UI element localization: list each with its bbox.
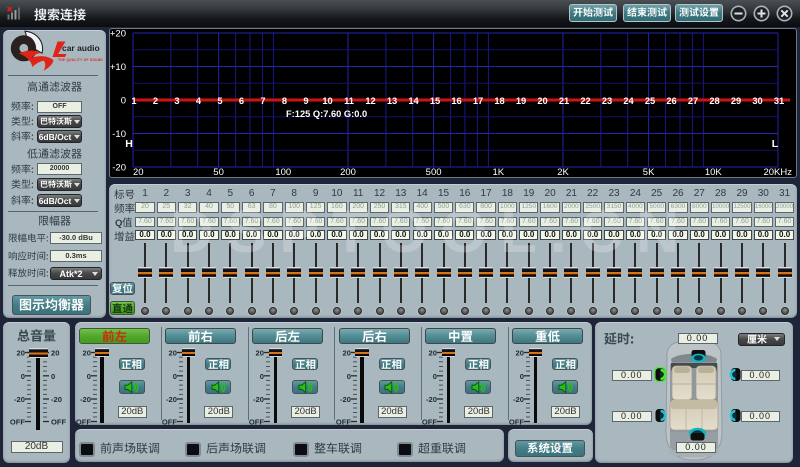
svg-text:7: 7 [260, 96, 265, 106]
svg-text:18: 18 [494, 96, 504, 106]
svg-text:1K: 1K [492, 167, 504, 177]
svg-text:25: 25 [645, 96, 655, 106]
svg-text:-20: -20 [51, 395, 62, 404]
svg-text:21: 21 [559, 96, 569, 106]
svg-text:20: 20 [169, 349, 177, 358]
svg-text:2K: 2K [557, 167, 569, 177]
svg-text:0: 0 [21, 372, 25, 381]
svg-text:0: 0 [173, 372, 177, 381]
svg-text:OFF: OFF [10, 418, 26, 427]
svg-text:-20: -20 [426, 395, 437, 404]
svg-text:F:125 Q:7.60 G:0.0: F:125 Q:7.60 G:0.0 [286, 109, 367, 119]
svg-text:20: 20 [17, 349, 25, 358]
svg-text:14: 14 [408, 96, 419, 106]
svg-text:-10: -10 [112, 129, 126, 140]
svg-text:10K: 10K [705, 167, 723, 177]
svg-text:H: H [125, 138, 133, 150]
svg-text:28: 28 [709, 96, 719, 106]
svg-text:50: 50 [213, 167, 224, 177]
svg-text:23: 23 [602, 96, 612, 106]
svg-text:200: 200 [340, 167, 356, 177]
svg-text:19: 19 [516, 96, 526, 106]
svg-text:2: 2 [153, 96, 158, 106]
svg-text:16: 16 [451, 96, 461, 106]
svg-text:1: 1 [131, 96, 136, 106]
svg-text:-20: -20 [14, 395, 25, 404]
svg-text:3: 3 [174, 96, 179, 106]
svg-text:24: 24 [623, 96, 634, 106]
svg-text:OFF: OFF [162, 418, 178, 427]
svg-text:15: 15 [430, 96, 440, 106]
svg-text:0: 0 [520, 372, 524, 381]
svg-text:5K: 5K [643, 167, 655, 177]
svg-text:-20: -20 [112, 163, 126, 174]
svg-text:100: 100 [275, 167, 291, 177]
svg-text:OFF: OFF [249, 418, 265, 427]
svg-text:20: 20 [342, 349, 350, 358]
svg-text:0: 0 [87, 372, 91, 381]
svg-text:OFF: OFF [509, 418, 525, 427]
svg-text:17: 17 [473, 96, 483, 106]
svg-text:11: 11 [344, 96, 354, 106]
svg-text:500: 500 [426, 167, 442, 177]
svg-text:0: 0 [121, 96, 126, 107]
svg-text:20: 20 [256, 349, 264, 358]
svg-text:8: 8 [282, 96, 287, 106]
svg-text:-20: -20 [166, 395, 177, 404]
svg-text:20: 20 [537, 96, 547, 106]
svg-text:30: 30 [752, 96, 762, 106]
svg-text:OFF: OFF [336, 418, 352, 427]
svg-text:-20: -20 [340, 395, 351, 404]
svg-text:10: 10 [322, 96, 332, 106]
svg-text:-20: -20 [253, 395, 264, 404]
svg-text:OFF: OFF [422, 418, 438, 427]
svg-text:29: 29 [731, 96, 741, 106]
svg-text:+20: +20 [110, 29, 126, 40]
svg-text:OFF: OFF [51, 418, 66, 427]
svg-text:+10: +10 [110, 62, 126, 73]
svg-text:0: 0 [433, 372, 437, 381]
svg-text:4: 4 [196, 96, 202, 106]
svg-text:20KHz: 20KHz [763, 167, 792, 177]
svg-text:20: 20 [51, 349, 59, 358]
svg-text:13: 13 [387, 96, 397, 106]
svg-text:27: 27 [688, 96, 698, 106]
svg-text:26: 26 [666, 96, 676, 106]
svg-text:6: 6 [239, 96, 244, 106]
svg-text:-20: -20 [80, 395, 91, 404]
svg-text:12: 12 [365, 96, 375, 106]
svg-text:31: 31 [774, 96, 784, 106]
svg-text:20: 20 [429, 349, 437, 358]
svg-text:0: 0 [260, 372, 264, 381]
svg-text:5: 5 [217, 96, 222, 106]
svg-text:OFF: OFF [76, 418, 92, 427]
svg-text:0: 0 [346, 372, 350, 381]
svg-text:20: 20 [515, 349, 523, 358]
svg-text:L: L [772, 138, 779, 150]
svg-text:0: 0 [51, 372, 55, 381]
svg-text:22: 22 [580, 96, 590, 106]
svg-text:20: 20 [82, 349, 90, 358]
svg-text:20: 20 [133, 167, 144, 177]
svg-text:9: 9 [303, 96, 308, 106]
svg-text:-20: -20 [513, 395, 524, 404]
